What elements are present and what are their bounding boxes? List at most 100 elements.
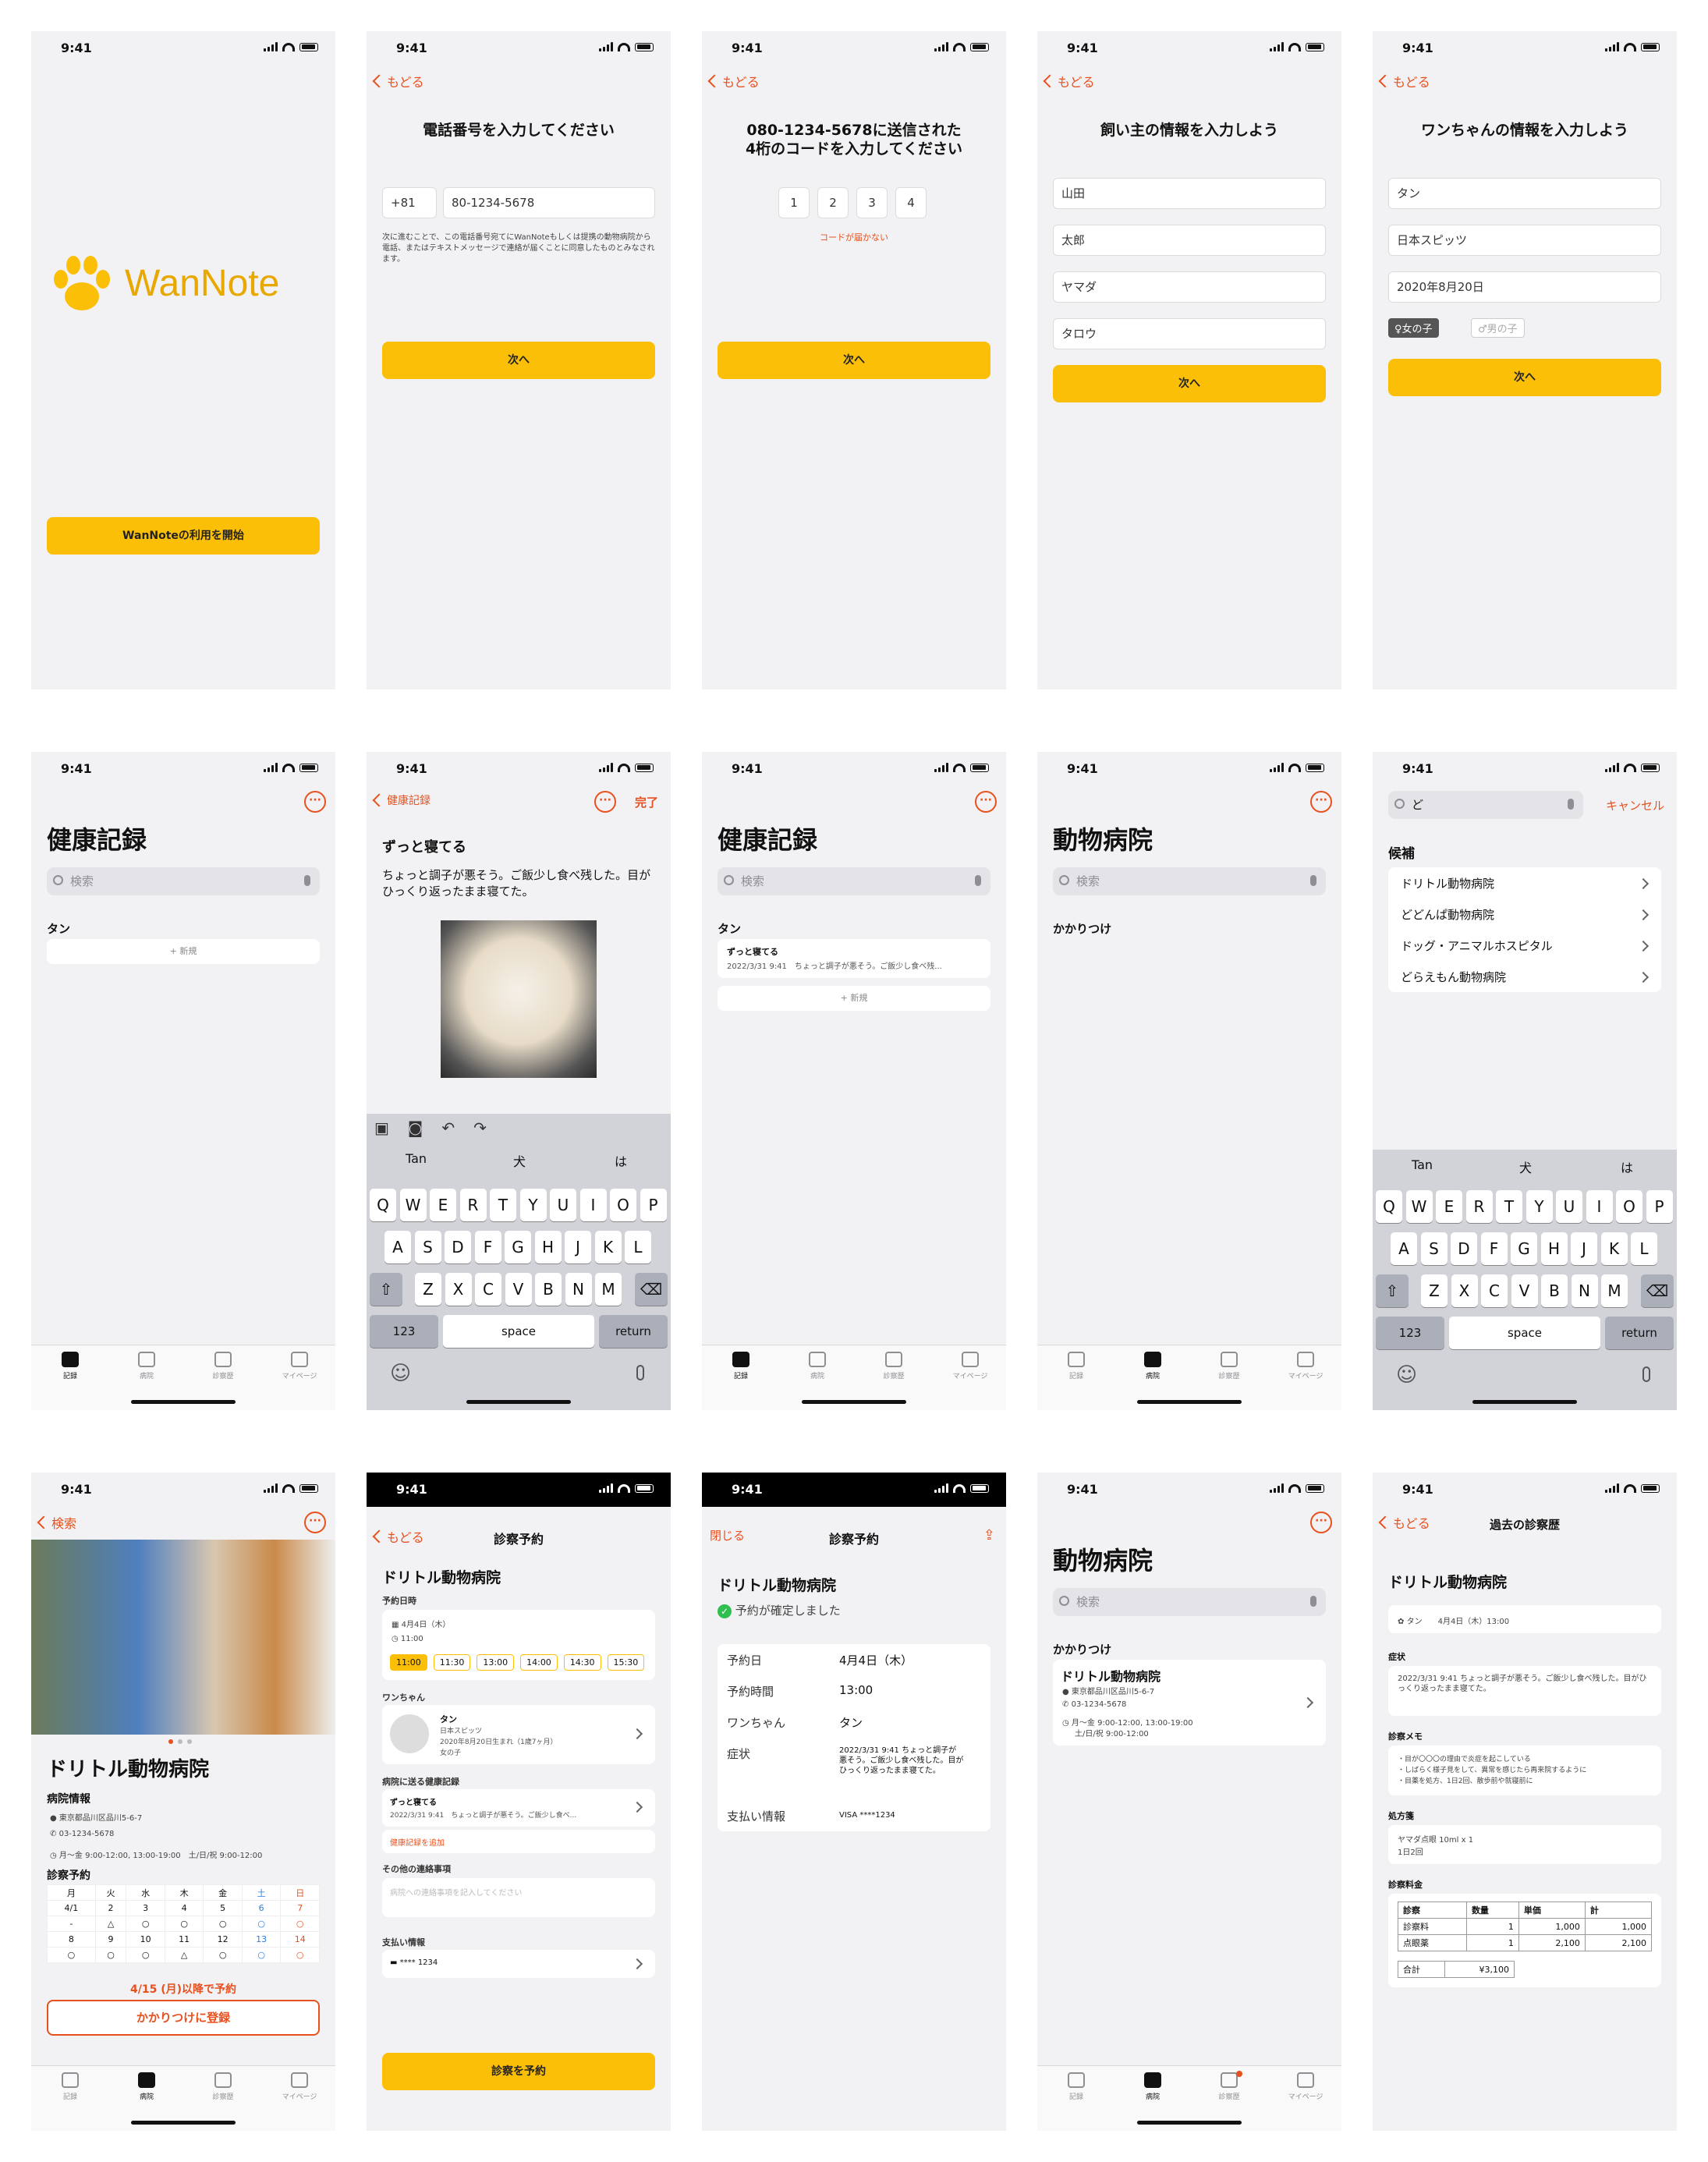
more-icon[interactable]: ··· <box>975 791 997 813</box>
key[interactable]: O <box>610 1189 636 1221</box>
key[interactable]: R <box>1465 1190 1493 1223</box>
calendar-day[interactable]: 8 <box>47 1931 96 1948</box>
key[interactable]: E <box>430 1189 456 1221</box>
tab-mypage[interactable]: マイページ <box>1278 1352 1333 1380</box>
more-icon[interactable]: ··· <box>1310 791 1332 813</box>
other-input[interactable]: 病院への連絡事項を記入してください <box>382 1878 655 1917</box>
key[interactable]: L <box>1631 1232 1657 1265</box>
key[interactable]: X <box>445 1273 472 1306</box>
code-digit-3[interactable]: 3 <box>856 187 888 218</box>
tab-history[interactable]: 診察歴 <box>196 2072 250 2101</box>
calendar-day[interactable]: 12 <box>203 1931 243 1948</box>
key[interactable]: F <box>1480 1232 1508 1265</box>
phone[interactable]: ✆ 03-1234-5678 <box>50 1830 114 1838</box>
suggestion[interactable]: 犬 <box>1519 1157 1532 1176</box>
cancel-button[interactable]: キャンセル <box>1606 797 1664 813</box>
mic-icon[interactable] <box>975 875 981 886</box>
more-icon[interactable]: ··· <box>304 791 326 813</box>
calendar-day[interactable]: 10 <box>126 1931 165 1948</box>
add-record-button[interactable]: 健康記録を追加 <box>382 1830 655 1853</box>
more-icon[interactable]: ··· <box>1310 1512 1332 1533</box>
search-input[interactable]: 検索 <box>718 867 990 895</box>
key[interactable]: J <box>1571 1232 1597 1265</box>
calendar-day[interactable]: 4 <box>164 1900 204 1916</box>
first-name-kana-input[interactable]: タロウ <box>1053 318 1326 349</box>
back-button[interactable]: もどる <box>1378 72 1430 90</box>
hospital-photo[interactable] <box>31 1540 335 1735</box>
next-button[interactable]: 次へ <box>382 342 655 379</box>
key[interactable]: V <box>505 1273 532 1306</box>
next-button[interactable]: 次へ <box>1053 365 1326 402</box>
calendar-day[interactable]: 9 <box>94 1931 127 1948</box>
back-button[interactable]: もどる <box>372 72 424 90</box>
suggestion[interactable]: 犬 <box>513 1151 526 1170</box>
numbers-key[interactable]: 123 <box>370 1315 438 1348</box>
dictation-icon[interactable] <box>636 1365 644 1380</box>
tab-records[interactable]: 記録 <box>1049 2072 1104 2101</box>
resend-link[interactable]: コードが届かない <box>702 231 1006 243</box>
search-input[interactable]: ど <box>1388 791 1583 819</box>
code-digit-2[interactable]: 2 <box>817 187 849 218</box>
next-button[interactable]: 次へ <box>1388 359 1661 396</box>
back-button[interactable]: 検索 <box>37 1513 76 1532</box>
tab-mypage[interactable]: マイページ <box>1278 2072 1333 2101</box>
dog-card[interactable]: タン 日本スピッツ 2020年8月20日生まれ（1歳7ヶ月） 女の子 <box>382 1705 655 1764</box>
back-button[interactable]: もどる <box>707 72 760 90</box>
mic-icon[interactable] <box>1310 1596 1316 1607</box>
key[interactable]: T <box>490 1189 516 1221</box>
calendar-day[interactable]: 14 <box>280 1931 320 1948</box>
calendar-day[interactable]: 3 <box>126 1900 165 1916</box>
key[interactable]: J <box>565 1231 591 1264</box>
tab-history[interactable]: 診察歴 <box>866 1352 921 1380</box>
time-slot[interactable]: 11:30 <box>433 1654 471 1671</box>
key[interactable]: N <box>1571 1274 1598 1307</box>
share-icon[interactable]: ⇪ <box>983 1527 995 1544</box>
country-code-select[interactable]: +81 <box>382 187 437 218</box>
first-name-input[interactable]: 太郎 <box>1053 225 1326 256</box>
key[interactable]: D <box>1451 1232 1477 1265</box>
calendar-day[interactable]: 11 <box>164 1931 204 1948</box>
candidate-item[interactable]: ドッグ・アニマルホスピタル <box>1401 937 1553 954</box>
mic-icon[interactable] <box>304 875 310 886</box>
key[interactable]: H <box>534 1231 562 1264</box>
key[interactable]: P <box>1646 1190 1673 1223</box>
new-record-button[interactable]: + 新規 <box>718 986 990 1011</box>
key[interactable]: I <box>1586 1190 1613 1223</box>
more-icon[interactable]: ··· <box>304 1512 326 1533</box>
key[interactable]: E <box>1436 1190 1462 1223</box>
record-entry[interactable]: ずっと寝てる 2022/3/31 9:41 ちょっと調子が悪そう。ご飯少し食べ残… <box>718 939 990 978</box>
birthday-input[interactable]: 2020年8月20日 <box>1388 271 1661 303</box>
calendar-day[interactable]: 4/1 <box>47 1900 96 1916</box>
tab-hospital[interactable]: 病院 <box>790 1352 845 1380</box>
search-input[interactable]: 検索 <box>1053 867 1326 895</box>
tab-mypage[interactable]: マイページ <box>272 2072 327 2101</box>
suggestion[interactable]: Tan <box>406 1151 427 1166</box>
tab-hospital[interactable]: 病院 <box>119 1352 174 1380</box>
tab-mypage[interactable]: マイページ <box>943 1352 998 1380</box>
last-name-kana-input[interactable]: ヤマダ <box>1053 271 1326 303</box>
calendar-day[interactable]: 5 <box>203 1900 243 1916</box>
record-body[interactable]: ちょっと調子が悪そう。ご飯少し食べ残した。目がひっくり返ったまま寝てた。 <box>382 867 655 900</box>
time-slot[interactable]: 13:00 <box>477 1654 515 1671</box>
emoji-icon[interactable]: ☺ <box>390 1362 411 1385</box>
payment-card[interactable]: ▬ **** 1234 <box>382 1950 655 1978</box>
book-button[interactable]: 診察を予約 <box>382 2053 655 2090</box>
emoji-icon[interactable]: ☺ <box>1396 1363 1417 1387</box>
key[interactable]: U <box>1556 1190 1582 1223</box>
key[interactable]: B <box>535 1273 562 1306</box>
space-key[interactable]: space <box>443 1315 594 1348</box>
key[interactable]: O <box>1616 1190 1642 1223</box>
tab-records[interactable]: 記録 <box>1049 1352 1104 1380</box>
candidate-item[interactable]: どらえもん動物病院 <box>1401 969 1506 985</box>
key[interactable]: Y <box>1526 1190 1553 1223</box>
tab-history[interactable]: 診察歴 <box>1202 1352 1256 1380</box>
key[interactable]: Z <box>415 1273 441 1306</box>
code-digit-1[interactable]: 1 <box>778 187 810 218</box>
favorite-hospital-card[interactable]: ドリトル動物病院 ● 東京都品川区品川5-6-7 ✆ 03-1234-5678 … <box>1053 1660 1326 1746</box>
new-record-button[interactable]: + 新規 <box>47 939 320 964</box>
back-button[interactable]: もどる <box>1043 72 1095 90</box>
key[interactable]: Z <box>1421 1274 1448 1307</box>
start-button[interactable]: WanNoteの利用を開始 <box>47 517 320 555</box>
male-toggle[interactable]: ♂男の子 <box>1471 318 1525 338</box>
suggestion[interactable]: Tan <box>1412 1157 1433 1172</box>
